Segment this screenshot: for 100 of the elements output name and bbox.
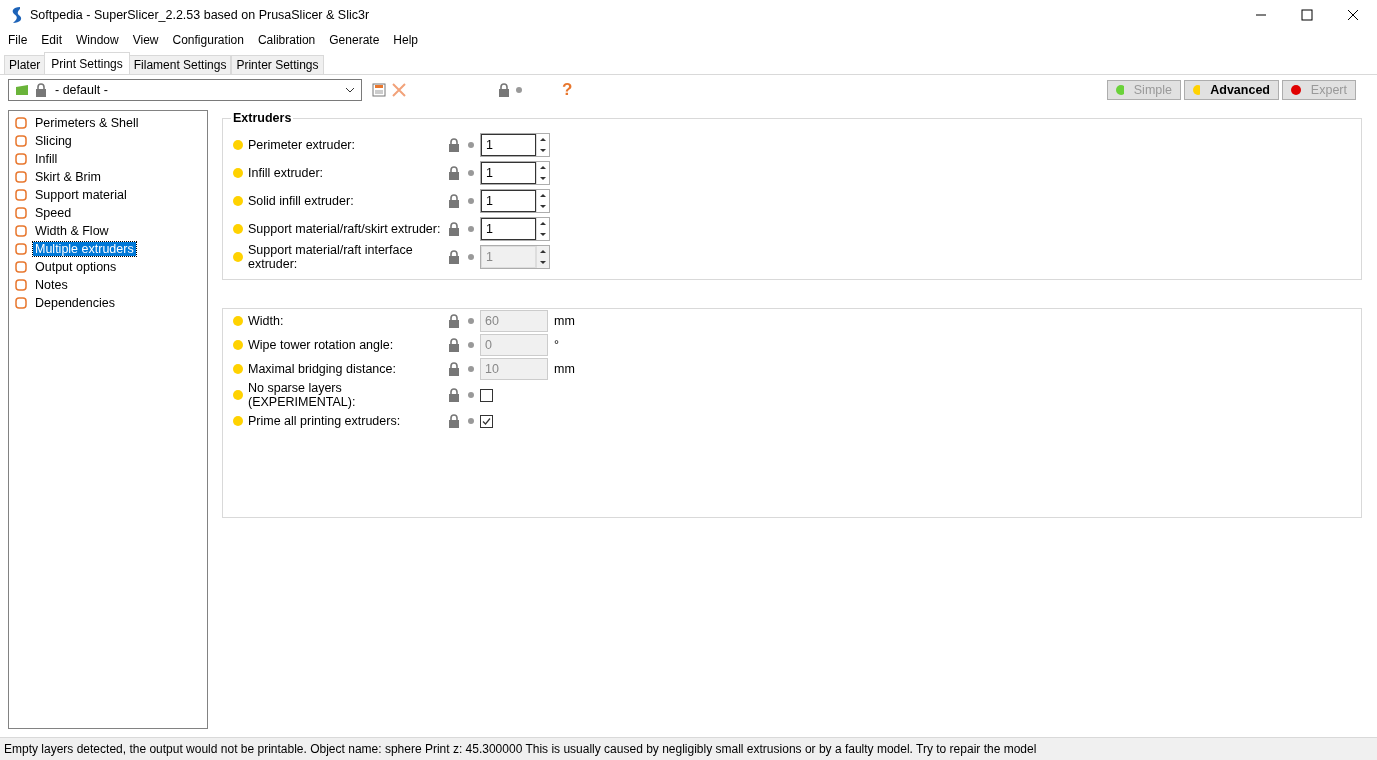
category-icon [14,152,28,166]
category-icon [14,224,28,238]
tree-item[interactable]: Dependencies [33,296,117,310]
option-label: Prime all printing extruders: [248,414,402,428]
option-label: No sparse layers (EXPERIMENTAL): [248,381,357,409]
spin-field[interactable]: 1 [480,217,550,241]
menu-item[interactable]: View [132,33,159,47]
tree-item[interactable]: Multiple extruders [33,242,136,256]
up-arrow-icon[interactable] [539,137,547,142]
checkbox[interactable] [480,414,493,428]
mode-button[interactable]: Advanced [1184,80,1279,100]
down-arrow-icon[interactable] [539,148,547,153]
lock-icon[interactable] [448,314,460,328]
tree-item[interactable]: Width & Flow [33,224,111,238]
dot-icon[interactable] [468,170,474,176]
lock-icon [35,83,47,97]
menu-item[interactable]: File [8,33,28,47]
lock-icon[interactable] [448,388,460,402]
up-arrow-icon[interactable] [539,221,547,226]
unit-label: mm [554,362,575,376]
category-icon [14,170,28,184]
spin-field[interactable]: 1 [480,161,550,185]
option-label: Maximal bridging distance: [248,362,397,376]
spin-field[interactable]: 1 [480,133,550,157]
option-label: Solid infill extruder: [248,194,355,208]
preset-dropdown[interactable]: - default - [8,79,362,101]
dot-icon[interactable] [468,366,474,372]
flag-icon [15,84,31,96]
dot-icon[interactable] [468,254,474,260]
category-icon [14,116,28,130]
window-title: Softpedia - SuperSlicer_2.2.53 based on PrusaSlicer & Slic3r [30,8,371,22]
dot-icon[interactable] [468,418,474,424]
menu-item[interactable]: Generate [329,33,380,47]
dot-icon[interactable] [516,87,522,93]
mode-dot-icon [233,364,243,374]
category-icon [14,278,28,292]
down-arrow-icon[interactable] [539,204,547,209]
tree-item[interactable]: Notes [33,278,70,292]
tree-item[interactable]: Support material [33,188,129,202]
dot-icon[interactable] [468,392,474,398]
category-icon [14,206,28,220]
dot-icon[interactable] [468,198,474,204]
down-arrow-icon[interactable] [539,232,547,237]
mode-dot-icon [233,416,243,426]
up-arrow-icon[interactable] [539,193,547,198]
category-icon [14,134,28,148]
tree-item[interactable]: Speed [33,206,74,220]
lock-icon[interactable] [448,138,460,152]
lock-icon[interactable] [448,250,460,264]
option-label: Width: [248,314,285,328]
mode-dot-icon [233,224,243,234]
mode-dot-icon [233,390,243,400]
lock-icon[interactable] [448,194,460,208]
lock-icon[interactable] [498,83,510,97]
menu-item[interactable]: Edit [41,33,63,47]
lock-icon[interactable] [448,362,460,376]
mode-dot-icon [233,196,243,206]
tab[interactable]: Printer Settings [231,55,324,74]
mode-dot-icon [233,140,243,150]
unit-label: mm [554,314,575,328]
status-text: Empty layers detected, the output would not be printable. Object name: sphere Print z: 45.300000 This is usually caused by negligibly small extrusions or by a faulty model. Try to repair the model [4,742,1037,756]
close-icon[interactable] [1347,9,1359,21]
chevron-icon [345,87,355,93]
menu-item[interactable]: Window [76,33,119,47]
tree-item[interactable]: Skirt & Brim [33,170,103,184]
category-icon [14,188,28,202]
tree-item[interactable]: Output options [33,260,119,274]
lock-icon[interactable] [448,414,460,428]
lock-icon[interactable] [448,166,460,180]
maximize-icon[interactable] [1301,9,1313,21]
up-arrow-icon[interactable] [539,165,547,170]
option-label: Perimeter extruder: [248,138,356,152]
dot-icon[interactable] [468,342,474,348]
checkbox[interactable] [480,388,493,402]
mode-dot-icon [233,168,243,178]
menu-item[interactable]: Configuration [172,33,244,47]
dot-icon[interactable] [468,226,474,232]
mode-dot-icon [233,252,243,262]
down-arrow-icon[interactable] [539,176,547,181]
menu-item[interactable]: Help [393,33,418,47]
unit-label: ° [554,338,559,352]
tree-item[interactable]: Slicing [33,134,74,148]
lock-icon[interactable] [448,338,460,352]
spin-field[interactable]: 1 [480,189,550,213]
menu-item[interactable]: Calibration [257,33,316,47]
dot-icon[interactable] [468,318,474,324]
option-label: Support material/raft interface extruder: [248,243,414,271]
category-icon [14,242,28,256]
mode-dot-icon [233,316,243,326]
tab[interactable]: Filament Settings [128,55,232,74]
app-logo-icon [10,6,24,24]
option-label: Wipe tower rotation angle: [248,338,395,352]
category-icon [14,296,28,310]
tab[interactable]: Print Settings [44,52,130,74]
dot-icon[interactable] [468,142,474,148]
tree-item[interactable]: Perimeters & Shell [33,116,141,130]
tab[interactable]: Plater [4,55,46,74]
tree-item[interactable]: Infill [33,152,60,166]
lock-icon[interactable] [448,222,460,236]
save-icon[interactable] [372,83,386,97]
